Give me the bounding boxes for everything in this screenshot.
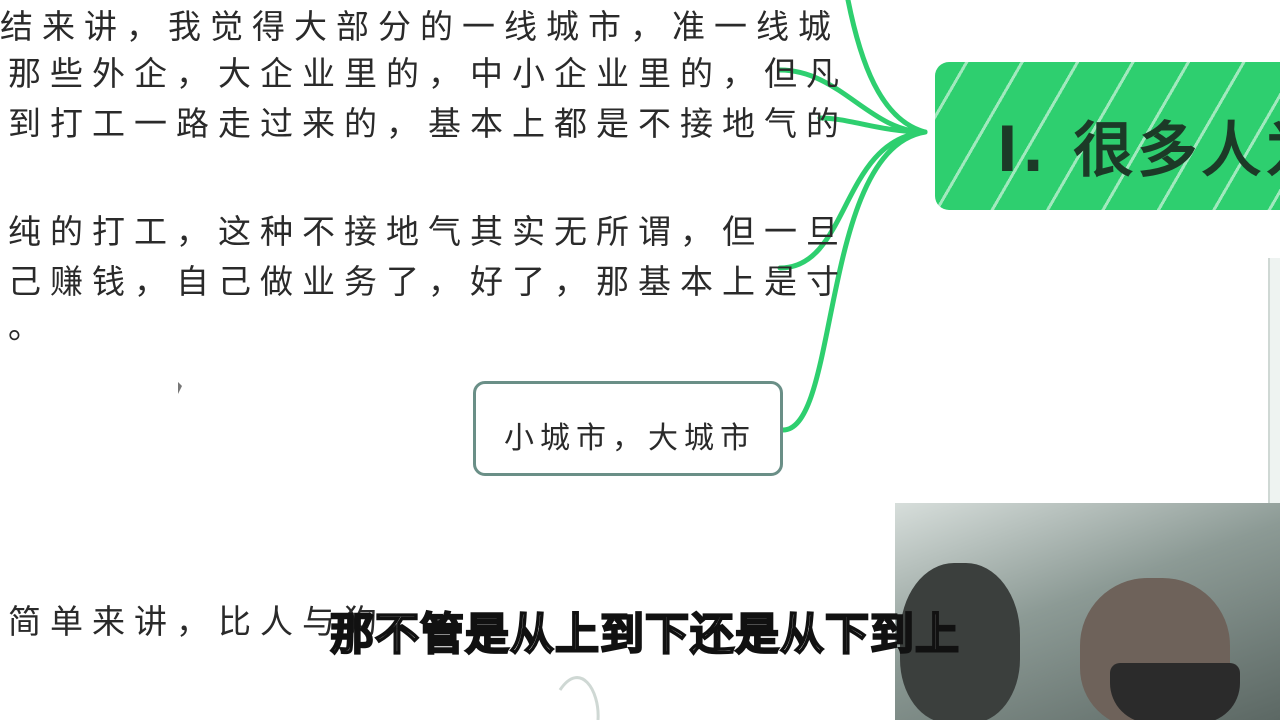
city-node-label: 小城市，大城市 — [504, 421, 756, 456]
branch-1-line-1: 结来讲，我觉得大部分的一线城市，准一线城 — [0, 7, 840, 46]
branch-2-line-1: 纯的打工，这种不接地气其实无所谓，但一旦 — [8, 212, 848, 251]
branch-1-line-3: 到打工一路走过来的，基本上都是不接地气的 — [8, 104, 848, 143]
video-subtitle: 那不管是从上到下还是从下到上 — [329, 608, 960, 661]
branch-2-line-3: 。 — [8, 307, 50, 346]
faint-curve — [558, 676, 600, 720]
mouse-cursor-icon — [178, 382, 182, 394]
connector-top — [845, 0, 928, 135]
heading-text: l. 很多人为 — [997, 116, 1280, 186]
branch-1-line-2: 那些外企，大企业里的，中小企业里的，但凡 — [8, 54, 848, 93]
city-node[interactable]: 小城市，大城市 — [473, 381, 783, 476]
branch-2-line-2: 己赚钱，自己做业务了，好了，那基本上是寸 — [8, 262, 848, 301]
heading-node[interactable]: l. 很多人为 — [935, 62, 1280, 210]
right-edge-panel — [1268, 258, 1280, 508]
dog-bandana — [1110, 663, 1240, 720]
